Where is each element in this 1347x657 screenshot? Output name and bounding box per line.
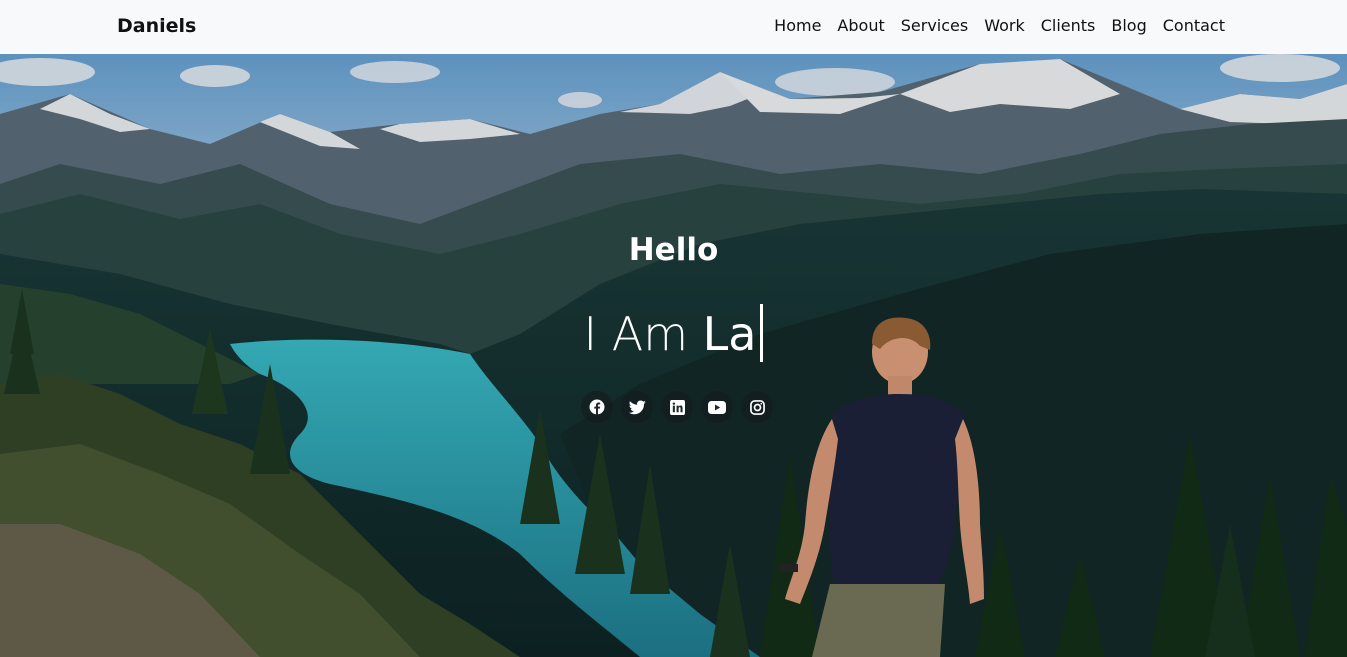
social-links [581, 391, 773, 423]
twitter-icon[interactable] [621, 391, 653, 423]
hero-typed-text: La [702, 307, 757, 361]
instagram-icon[interactable] [741, 391, 773, 423]
nav-link-home[interactable]: Home [774, 16, 821, 35]
typing-cursor [760, 304, 764, 362]
hero-typed-line: I Am La [0, 304, 1347, 362]
nav-link-clients[interactable]: Clients [1041, 16, 1096, 35]
nav-link-about[interactable]: About [837, 16, 884, 35]
navbar: Daniels Home About Services Work Clients… [0, 0, 1347, 54]
brand-logo[interactable]: Daniels [117, 15, 196, 37]
nav-link-blog[interactable]: Blog [1111, 16, 1146, 35]
youtube-icon[interactable] [701, 391, 733, 423]
linkedin-icon[interactable] [661, 391, 693, 423]
nav-link-work[interactable]: Work [984, 16, 1025, 35]
nav-link-services[interactable]: Services [901, 16, 968, 35]
hero-prefix: I Am [583, 307, 688, 361]
nav-links: Home About Services Work Clients Blog Co… [774, 16, 1225, 35]
facebook-icon[interactable] [581, 391, 613, 423]
hero-greeting: Hello [628, 232, 719, 268]
nav-link-contact[interactable]: Contact [1163, 16, 1225, 35]
hero-section: Hello I Am La [0, 54, 1347, 657]
